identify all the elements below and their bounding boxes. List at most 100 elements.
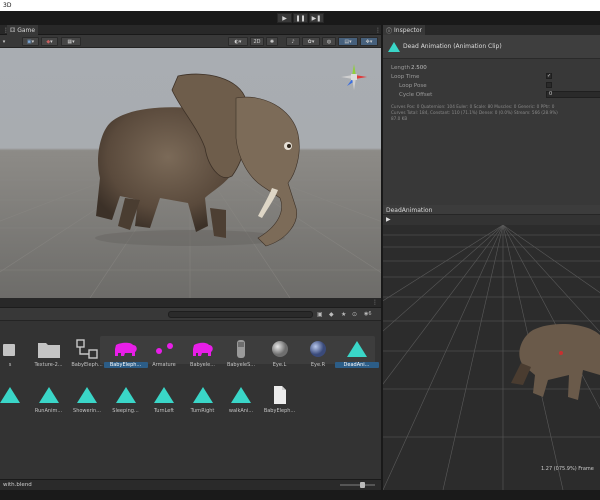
tab-inspector-label: Inspector [394,26,423,34]
effects-dropdown[interactable]: ✿ ▾ [302,37,320,46]
asset-label: Eye.R [310,362,326,368]
asset-item[interactable]: BabyEleph... [103,338,148,374]
asset-item[interactable]: BabyEleph... [260,384,300,420]
preview-header: DeadAnimation [383,205,600,215]
asset-item[interactable]: Eye.R [298,338,338,374]
camera-dropdown[interactable]: ▣ ▾ [22,37,39,46]
tab-inspector[interactable]: ⓘ Inspector [383,25,426,35]
asset-item[interactable]: Showerin... [67,384,107,420]
asset-thumbnail [304,338,332,360]
effects-icon: ✿ [307,38,312,45]
audio-toggle[interactable]: ♪ [286,37,300,46]
asset-item[interactable]: DeadAni... [334,338,379,374]
toggle-2d-button[interactable]: 2D [250,37,264,46]
asset-thumbnail [35,384,63,406]
prefab-icon [76,339,98,359]
elephant-model[interactable] [0,48,381,298]
shading-dropdown[interactable]: ◆ ▾ [41,37,58,46]
asset-label: RunAnim... [34,408,63,414]
asset-label: BabyEleph... [71,362,103,368]
preview-toolbar: ▶ [383,215,600,225]
asset-item[interactable]: Armature [144,338,184,374]
asset-thumbnail [0,338,24,360]
asset-label: DeadAni... [334,362,379,368]
asset-item[interactable]: Eye.L [260,338,300,374]
asset-label: Eye.L [272,362,287,368]
animation-clip-icon [388,42,400,52]
game-viewport[interactable] [0,48,381,298]
asset-item[interactable]: TurnLeft [144,384,184,420]
label-icon[interactable]: ◆ [329,311,334,318]
zoom-count: 6 [368,311,372,317]
animation-clip-icon [38,387,59,403]
gamepad-icon: ⚃ [10,26,16,34]
icon-size-slider[interactable] [340,482,375,488]
cycle-offset-label: Cycle Offset [399,92,433,98]
slider-handle[interactable] [360,482,365,488]
asset-item[interactable]: BabyeleS... [221,338,261,374]
preview-play-button[interactable]: ▶ [386,216,391,223]
scene-camera-dropdown[interactable]: ✥ ▾ [360,37,378,46]
play-button[interactable]: ▶ [277,13,292,23]
asset-thumbnail [35,338,63,360]
curves-info-line3: 87.0 KB [391,116,408,121]
lock-icon[interactable]: ⊙ [352,311,357,318]
gizmo-icon: ▤ [344,38,350,45]
asset-item[interactable]: BabyEleph... [67,338,107,374]
folder-icon [3,344,15,356]
asset-thumbnail [266,338,294,360]
cycle-offset-field[interactable]: 0 [546,91,600,98]
asset-item[interactable] [0,384,30,420]
asset-thumbnail [150,384,178,406]
asset-item[interactable]: walkAni... [221,384,261,420]
draw-mode-dropdown[interactable]: ◐ ▾ [228,37,248,46]
gizmos-dropdown[interactable]: ▤ ▾ [338,37,358,46]
window-titlebar: 3D [0,0,600,11]
asset-label: walkAni... [228,408,254,414]
asset-item[interactable]: RunAnim... [29,384,69,420]
asset-item[interactable]: TurnRight [183,384,223,420]
filter-icon[interactable]: ▣ [317,311,323,318]
asset-item[interactable]: Sleeping... [106,384,146,420]
loop-time-checkbox[interactable]: ✓ [546,73,552,79]
game-view-toolbar: ▾ ▣ ▾ ◆ ▾ ▦ ▾ ◐ ▾ 2D ✺ ♪ ✿ ▾ ◍ ▤ ▾ ✥ ▾ [0,35,381,48]
asset-thumbnail [189,384,217,406]
zoom-indicator: ◉6 [364,311,372,317]
scene-orientation-gizmo[interactable] [339,62,369,92]
tab-game[interactable]: ⚃ Game [7,25,39,35]
loop-pose-label: Loop Pose [399,83,427,89]
asset-label: BabyeleS... [226,362,256,368]
asset-item[interactable]: s [0,338,30,374]
panel-divider[interactable] [381,25,383,490]
asset-label: Sleeping... [112,408,139,414]
star-icon[interactable]: ★ [341,311,346,318]
length-label: Length [391,65,410,71]
asset-item[interactable]: Babyele... [183,338,223,374]
loop-pose-checkbox[interactable] [546,82,552,88]
resolution-dropdown[interactable]: ▦ ▾ [61,37,81,46]
armature-icon [156,343,173,354]
preview-viewport[interactable] [383,225,600,490]
asset-thumbnail [189,338,217,360]
inspector-panel: ⓘ Inspector Dead Animation (Animation Cl… [383,25,600,205]
hidden-objects-toggle[interactable]: ◍ [322,37,336,46]
animation-clip-icon [346,341,367,357]
length-value: 2.500 [411,65,427,71]
asset-label: TurnRight [190,408,215,414]
asset-thumbnail [112,384,140,406]
asset-thumbnail [266,384,294,406]
info-icon: ⓘ [386,27,393,35]
asset-label: Babyele... [190,362,215,368]
project-menu-icon[interactable]: ⋮ [372,299,378,306]
lighting-toggle[interactable]: ✺ [266,37,278,46]
animation-clip-icon [192,387,213,403]
tab-game-label: Game [17,26,36,34]
step-button[interactable]: ▶❚ [309,13,324,23]
project-search-input[interactable] [168,311,313,318]
animation-clip-icon [154,387,174,403]
hand-tool-icon[interactable]: ▾ [2,37,6,46]
curves-info-line1: Curves Pos: 0 Quaternion: 104 Euler: 0 S… [391,104,555,109]
asset-item[interactable]: Texture-2... [29,338,69,374]
pause-button[interactable]: ❚❚ [293,13,308,23]
editor-status-bar [0,490,600,500]
